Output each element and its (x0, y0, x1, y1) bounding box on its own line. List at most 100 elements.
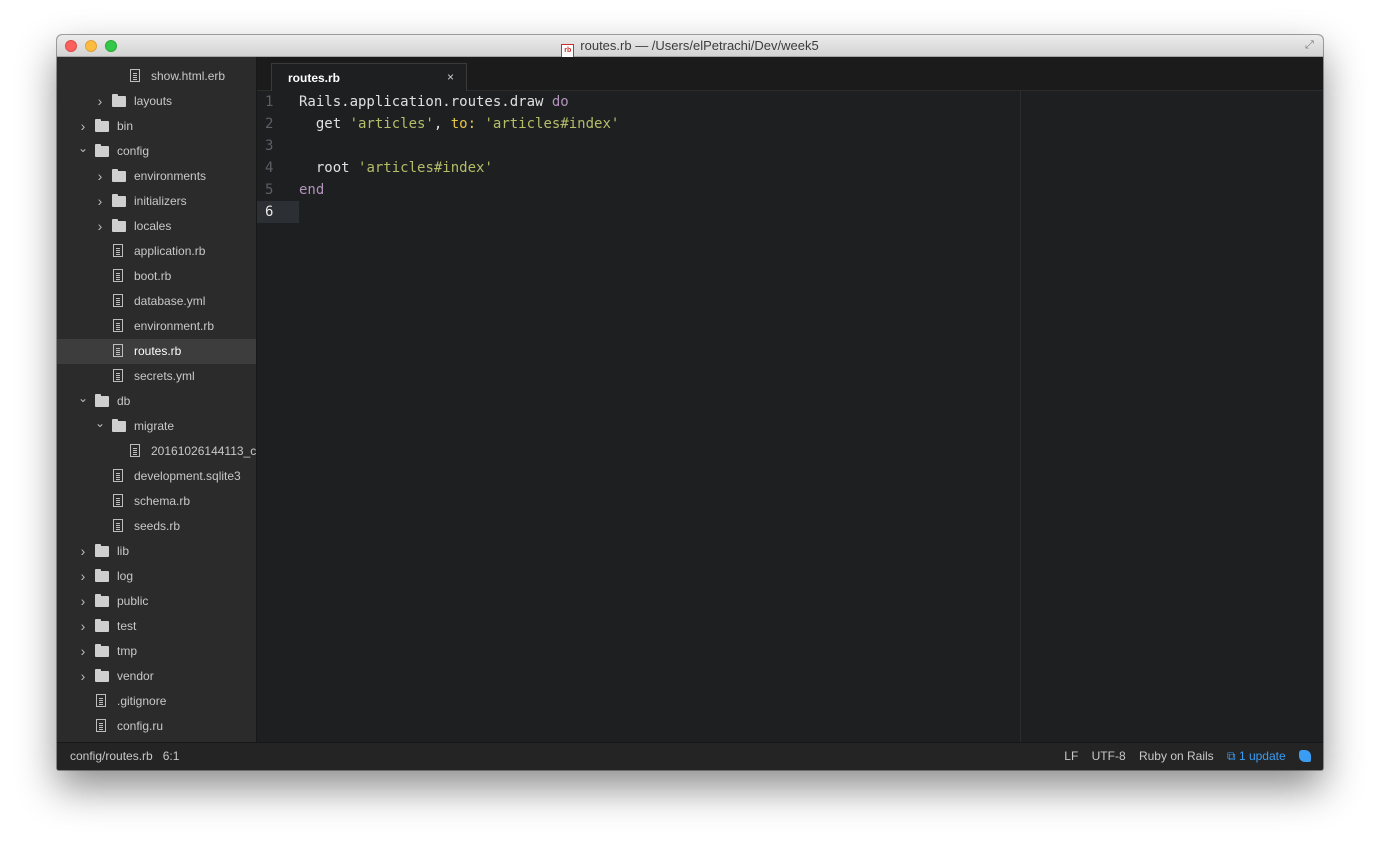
tree-item-label: locales (134, 219, 172, 233)
tree-folder[interactable]: › lib (57, 539, 256, 564)
tree-folder[interactable]: › environments (57, 164, 256, 189)
cursor-position[interactable]: 6:1 (163, 749, 180, 763)
code-line[interactable]: get 'articles', to: 'articles#index' (299, 113, 619, 135)
tree-item-label: environment.rb (134, 319, 215, 333)
code-token: 'articles#index' (358, 160, 493, 176)
code-line[interactable]: end (299, 179, 324, 201)
status-bar: config/routes.rb 6:1 LF UTF-8 Ruby on Rai… (57, 742, 1323, 770)
file-text-icon (113, 244, 123, 257)
file-tree-sidebar: show.html.erb › layouts › bin ⌄ config › environ… (57, 57, 257, 742)
tree-file[interactable]: seeds.rb (57, 514, 256, 539)
tree-item-label: environments (134, 169, 207, 183)
window-title-wrap: rb routes.rb — /Users/elPetrachi/Dev/week… (57, 38, 1323, 59)
folder-icon (112, 169, 126, 182)
wrap-guide (1020, 91, 1021, 742)
file-text-icon (113, 494, 123, 507)
chevron-right-icon[interactable]: › (95, 214, 105, 239)
tree-folder[interactable]: › tmp (57, 639, 256, 664)
tree-item-label: application.rb (134, 244, 206, 258)
file-text-icon (96, 694, 106, 707)
tab-label: routes.rb (288, 71, 341, 85)
code-editor[interactable]: 123456 Rails.application.routes.draw do … (257, 91, 1323, 742)
tab-routes-rb[interactable]: routes.rb × (271, 63, 467, 91)
update-link[interactable]: ⧉ 1 update (1227, 749, 1286, 763)
tree-file[interactable]: application.rb (57, 239, 256, 264)
grammar-selector[interactable]: Ruby on Rails (1139, 749, 1214, 763)
close-tab-icon[interactable]: × (447, 70, 454, 84)
tree-folder[interactable]: ⌄ config (57, 136, 256, 164)
chevron-right-icon[interactable]: › (78, 639, 88, 664)
tree-file[interactable]: routes.rb (57, 339, 256, 364)
tree-file[interactable]: boot.rb (57, 264, 256, 289)
file-text-icon (113, 369, 123, 382)
code-token: 'articles' (349, 116, 434, 132)
tree-file[interactable]: schema.rb (57, 489, 256, 514)
chevron-right-icon[interactable]: › (95, 164, 105, 189)
tree-folder[interactable]: › vendor (57, 664, 256, 689)
chevron-right-icon[interactable]: › (78, 664, 88, 689)
title-bar: rb routes.rb — /Users/elPetrachi/Dev/week… (57, 35, 1323, 59)
file-text-icon (113, 519, 123, 532)
tree-file[interactable]: .gitignore (57, 689, 256, 714)
folder-icon (112, 419, 126, 432)
tree-folder[interactable]: ⌄ db (57, 386, 256, 414)
chevron-right-icon[interactable]: › (78, 564, 88, 589)
package-icon: ⧉ (1227, 749, 1236, 763)
code-token: , (433, 116, 451, 132)
chevron-right-icon[interactable]: › (78, 614, 88, 639)
tree-folder[interactable]: › test (57, 614, 256, 639)
tree-file[interactable]: config.ru (57, 714, 256, 739)
code-token: do (551, 94, 569, 110)
file-text-icon (113, 294, 123, 307)
tree-item-label: vendor (117, 669, 154, 683)
line-number: 3 (265, 138, 274, 154)
folder-icon (95, 544, 109, 557)
tree-folder[interactable]: › layouts (57, 89, 256, 114)
folder-icon (112, 194, 126, 207)
chevron-right-icon[interactable]: › (78, 589, 88, 614)
tree-file[interactable]: database.yml (57, 289, 256, 314)
chevron-down-icon[interactable]: ⌄ (95, 411, 105, 436)
file-path[interactable]: config/routes.rb (70, 749, 153, 763)
code-token: to: (450, 116, 477, 132)
squirrel-icon[interactable] (1299, 750, 1311, 762)
file-text-icon (113, 269, 123, 282)
chevron-down-icon[interactable]: ⌄ (78, 386, 88, 411)
chevron-right-icon[interactable]: › (95, 189, 105, 214)
tree-file[interactable]: environment.rb (57, 314, 256, 339)
code-line[interactable]: root 'articles#index' (299, 157, 493, 179)
tree-folder[interactable]: › locales (57, 214, 256, 239)
code-token: get (299, 116, 350, 132)
chevron-right-icon[interactable]: › (78, 539, 88, 564)
tree-folder[interactable]: ⌄ migrate (57, 411, 256, 439)
code-token: Rails.application.routes.draw (299, 94, 552, 110)
tree-folder[interactable]: › initializers (57, 189, 256, 214)
tree-item-label: config.ru (117, 719, 164, 733)
window-title: routes.rb — /Users/elPetrachi/Dev/week5 (580, 38, 819, 53)
tree-item-label: db (117, 394, 131, 408)
tree-file[interactable]: development.sqlite3 (57, 464, 256, 489)
tree-item-label: log (117, 569, 134, 583)
chevron-down-icon[interactable]: ⌄ (78, 136, 88, 161)
line-ending[interactable]: LF (1064, 749, 1078, 763)
tree-folder[interactable]: › public (57, 589, 256, 614)
chevron-right-icon[interactable]: › (95, 89, 105, 114)
file-text-icon (96, 719, 106, 732)
tree-item-label: 20161026144113_c (151, 444, 257, 458)
folder-icon (95, 144, 109, 157)
tree-item-label: config (117, 144, 150, 158)
tree-folder[interactable]: › log (57, 564, 256, 589)
tree-item-label: tmp (117, 644, 138, 658)
tree-file[interactable]: show.html.erb (57, 64, 256, 89)
status-left: config/routes.rb 6:1 (70, 743, 179, 769)
code-line[interactable]: Rails.application.routes.draw do (299, 91, 569, 113)
update-label: 1 update (1238, 749, 1286, 763)
file-text-icon (130, 444, 140, 457)
folder-icon (95, 394, 109, 407)
tree-item-label: migrate (134, 419, 175, 433)
fullscreen-icon[interactable]: ⤢ (1305, 39, 1317, 51)
tree-item-label: lib (117, 544, 130, 558)
tree-file[interactable]: 20161026144113_c (57, 439, 257, 464)
encoding[interactable]: UTF-8 (1092, 749, 1126, 763)
tree-item-label: initializers (134, 194, 187, 208)
